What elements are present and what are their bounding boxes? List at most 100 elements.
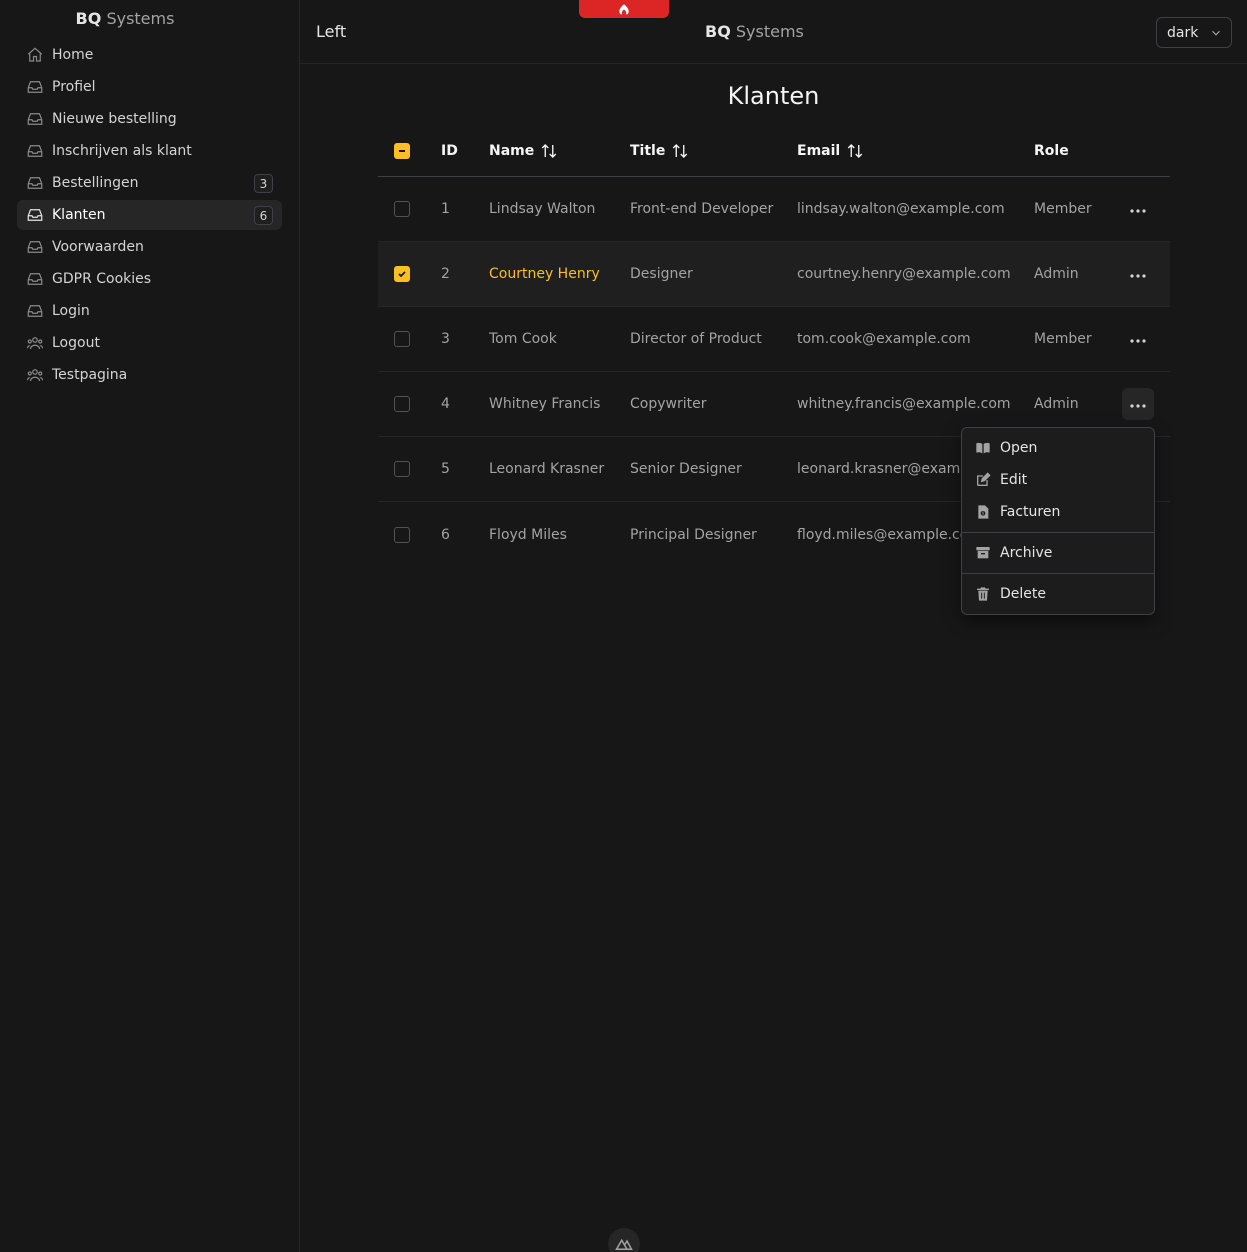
topbar-left-label: Left — [316, 22, 347, 41]
row-select-cell — [394, 372, 414, 436]
inbox-icon — [25, 205, 45, 225]
topbar-brand[interactable]: BQ Systems — [705, 22, 804, 41]
sidebar-brand[interactable]: BQ Systems — [0, 9, 250, 28]
menu-item-edit[interactable]: Edit — [962, 464, 1154, 496]
table-row[interactable]: 1 Lindsay Walton Front-end Developer lin… — [378, 177, 1170, 242]
cell-title: Principal Designer — [630, 526, 757, 543]
sidebar-item-label: Home — [52, 47, 94, 63]
header-email[interactable]: Email — [797, 126, 1027, 176]
row-checkbox[interactable] — [394, 461, 410, 477]
row-select-cell — [394, 307, 414, 371]
menu-item-archive[interactable]: Archive — [962, 537, 1154, 569]
header-title[interactable]: Title — [630, 126, 790, 176]
trash-icon — [974, 585, 992, 603]
nuxt-logo-button[interactable] — [608, 1228, 640, 1252]
inbox-icon — [25, 301, 45, 321]
cell-name: Courtney Henry — [489, 266, 600, 282]
select-all-cell — [394, 126, 414, 176]
header-id: ID — [441, 143, 458, 159]
app-root: BQ Systems Home Profiel Nieuwe bestellin… — [0, 0, 1247, 1252]
sidebar-item-label: Profiel — [52, 79, 96, 95]
pencil-square-icon — [974, 471, 992, 489]
sidebar-item-label: Inschrijven als klant — [52, 143, 192, 159]
menu-item-label: Facturen — [1000, 504, 1061, 520]
row-checkbox[interactable] — [394, 396, 410, 412]
menu-item-facturen[interactable]: Facturen — [962, 496, 1154, 528]
header-role: Role — [1034, 143, 1069, 159]
page-title: Klanten — [727, 82, 820, 110]
inbox-icon — [25, 237, 45, 257]
cell-title: Front-end Developer — [630, 201, 774, 217]
cell-name: Lindsay Walton — [489, 201, 596, 217]
ellipsis-icon — [1130, 201, 1146, 217]
sidebar-nav: Home Profiel Nieuwe bestelling Inschrijv… — [17, 40, 282, 392]
sidebar-item-label: Testpagina — [52, 367, 128, 383]
table-header: ID Name Title Email Role — [378, 126, 1170, 177]
sidebar-item-nieuwe-bestelling[interactable]: Nieuwe bestelling — [17, 104, 282, 134]
users-icon — [25, 333, 45, 353]
header-name[interactable]: Name — [489, 126, 619, 176]
table-row[interactable]: 3 Tom Cook Director of Product tom.cook@… — [378, 307, 1170, 372]
row-actions-button[interactable] — [1122, 258, 1154, 290]
cell-name: Floyd Miles — [489, 526, 567, 543]
row-checkbox[interactable] — [394, 331, 410, 347]
chevron-down-icon — [1209, 26, 1223, 44]
devtools-tab[interactable] — [579, 0, 669, 18]
sidebar-item-voorwaarden[interactable]: Voorwaarden — [17, 232, 282, 262]
brand-bold: BQ — [705, 22, 731, 41]
nuxt-logo-icon — [615, 1235, 633, 1252]
sidebar-item-klanten[interactable]: Klanten 6 — [17, 200, 282, 230]
row-actions-menu: Open Edit Facturen Archive Delete — [961, 427, 1155, 615]
sort-icon — [671, 142, 689, 160]
home-icon — [25, 45, 45, 65]
sort-icon — [540, 142, 558, 160]
flame-icon — [617, 0, 631, 19]
row-actions-button[interactable] — [1122, 323, 1154, 355]
menu-item-label: Edit — [1000, 472, 1028, 488]
menu-item-label: Open — [1000, 440, 1038, 456]
menu-group: Archive — [962, 532, 1154, 573]
row-checkbox[interactable] — [394, 201, 410, 217]
inbox-icon — [25, 269, 45, 289]
sidebar-item-bestellingen[interactable]: Bestellingen 3 — [17, 168, 282, 198]
cell-title: Designer — [630, 266, 693, 282]
row-actions-cell — [1122, 242, 1154, 306]
cell-id: 3 — [441, 331, 450, 347]
row-checkbox[interactable] — [394, 526, 410, 543]
cell-email: tom.cook@example.com — [797, 331, 971, 347]
row-checkbox[interactable] — [394, 266, 410, 282]
inbox-icon — [25, 173, 45, 193]
sidebar-item-testpagina[interactable]: Testpagina — [17, 360, 282, 390]
sidebar-item-profiel[interactable]: Profiel — [17, 72, 282, 102]
row-select-cell — [394, 437, 414, 501]
menu-group: Open Edit Facturen — [962, 428, 1154, 532]
brand-rest: Systems — [106, 9, 175, 28]
sidebar-item-label: Login — [52, 303, 90, 319]
sidebar-item-label: Logout — [52, 335, 100, 351]
sort-icon — [846, 142, 864, 160]
select-all-checkbox[interactable] — [394, 143, 410, 159]
row-actions-button[interactable] — [1122, 193, 1154, 225]
sidebar-item-logout[interactable]: Logout — [17, 328, 282, 358]
ellipsis-icon — [1130, 396, 1146, 412]
sidebar-item-label: GDPR Cookies — [52, 271, 152, 287]
count-badge: 6 — [254, 206, 273, 225]
table-row[interactable]: 2 Courtney Henry Designer courtney.henry… — [378, 242, 1170, 307]
cell-email: courtney.henry@example.com — [797, 266, 1011, 282]
ellipsis-icon — [1130, 266, 1146, 282]
sidebar-item-inschrijven[interactable]: Inschrijven als klant — [17, 136, 282, 166]
sidebar-item-home[interactable]: Home — [17, 40, 282, 70]
count-badge: 3 — [254, 174, 273, 193]
users-icon — [25, 365, 45, 385]
row-select-cell — [394, 177, 414, 241]
menu-item-delete[interactable]: Delete — [962, 578, 1154, 610]
cell-title: Copywriter — [630, 396, 707, 412]
row-actions-button[interactable] — [1122, 388, 1154, 420]
sidebar-item-gdpr-cookies[interactable]: GDPR Cookies — [17, 264, 282, 294]
cell-id: 4 — [441, 396, 450, 412]
sidebar-item-label: Klanten — [52, 207, 106, 223]
theme-select[interactable]: dark — [1156, 17, 1232, 48]
sidebar-item-login[interactable]: Login — [17, 296, 282, 326]
menu-group: Delete — [962, 573, 1154, 614]
menu-item-open[interactable]: Open — [962, 432, 1154, 464]
